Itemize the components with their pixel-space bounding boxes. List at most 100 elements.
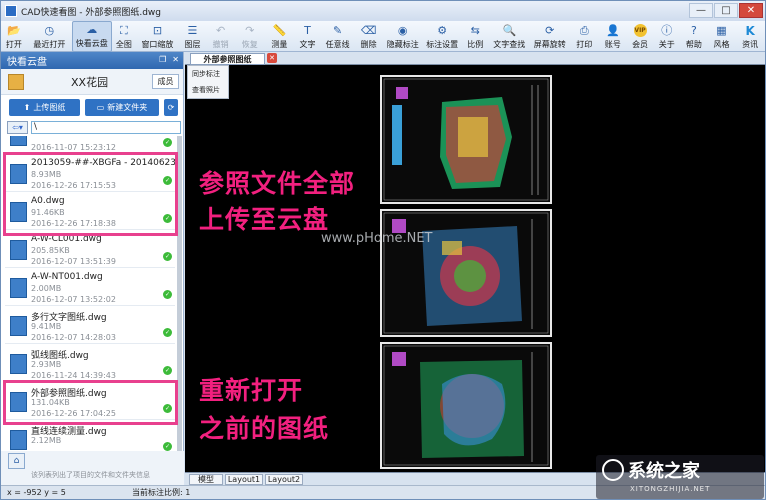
toolbar-text-search-button[interactable]: 🔍 文字查找 [489,21,530,52]
tab-layout1[interactable]: Layout1 [225,474,263,485]
toolbar-scale-button[interactable]: ⇆ 比例 [462,21,489,52]
toolbar-annotation-settings-button[interactable]: ⚙ 标注设置 [422,21,461,52]
tab-document[interactable]: 外部参照图纸 [190,53,265,65]
toolbar-label: 关于 [658,40,675,49]
new-folder-button[interactable]: ▭ 新建文件夹 [85,98,159,116]
toolbar-label: 帮助 [685,40,702,49]
panel-float-icon[interactable]: ❐ [159,55,166,64]
toolbar-cloud-button[interactable]: ☁ 快看云盘 [72,21,112,52]
toolbar-label: 打印 [576,40,593,49]
toolbar-eraser-button[interactable]: ⌫ 删除 [354,21,383,52]
dwg-file-icon [10,136,27,146]
toolbar-style-button[interactable]: ▦ 风格 [708,21,736,52]
file-size: 9.41MB [31,322,62,331]
toolbar-label: 快看云盘 [75,39,108,48]
toolbar-help-button[interactable]: ? 帮助 [680,21,708,52]
document-tabs: 外部参照图纸 ✕ [185,52,765,65]
dwg-file-icon [10,316,27,336]
toolbar-undo-button: ↶ 撤销 [206,21,235,52]
text-icon: T [304,24,311,37]
context-popup: 同步标注 查看照片 [187,65,229,99]
tab-layout2[interactable]: Layout2 [265,474,303,485]
cloud-panel: 快看云盘 ❐ ✕ XX花园 成员 ⬆ 上传图纸 ▭ 新建文件夹 ⟳ ⇦▾ \ 201… [1,52,184,485]
toolbar-vip-button[interactable]: VIP 会员 [627,21,654,52]
file-item[interactable]: 弧线图纸.dwg 2.93MB 2016-11-24 14:39:43 ✓ [5,344,175,382]
brand-logo-icon [602,459,624,481]
toolbar-print-button[interactable]: ⎙ 打印 [569,21,599,52]
file-item[interactable]: A-W-NT001.dwg 2.00MB 2016-12-07 13:52:02 ✓ [5,268,175,306]
measure-icon: 📏 [272,24,287,37]
refresh-button[interactable]: ⟳ [164,98,178,116]
toolbar-rotate-screen-button[interactable]: ⟳ 屏幕旋转 [530,21,569,52]
toolbar-news-button[interactable]: K 资讯 [735,21,765,52]
hide-annotation-icon: ◉ [397,24,408,37]
drawing-sheet-2 [380,209,552,337]
print-icon: ⎙ [579,24,589,37]
app-logo-icon [5,5,17,17]
toolbar-measure-button[interactable]: 📏 测量 [265,21,295,52]
toolbar-open-folder-button[interactable]: 📂 打开 [1,21,27,52]
tab-model[interactable]: 模型 [189,474,223,485]
style-icon: ▦ [716,24,727,37]
brand-name: 系统之家 [628,461,700,482]
window-title: CAD快速看图 - 外部参照图纸.dwg [21,7,161,18]
scale-icon: ⇆ [470,24,480,37]
toolbar-account-button[interactable]: 👤 账号 [599,21,627,52]
toolbar-text-button[interactable]: T 文字 [294,21,321,52]
annotation-text-2a: 重新打开 [199,376,304,405]
toolbar-fit-all-button[interactable]: ⛶ 全图 [112,21,137,52]
panel-controls: ❐ ✕ [153,55,179,64]
annotation-text-1b: 上传至云盘 [199,205,330,234]
toolbar-label: 文字查找 [493,40,526,49]
home-button[interactable]: ⌂ [8,453,25,469]
toolbar-recent-button[interactable]: ◷ 最近打开 [27,21,72,52]
cursor-coordinates: x = -952 y = 5 [7,488,66,497]
tab-close-icon[interactable]: ✕ [267,53,277,63]
members-button[interactable]: 成员 [152,74,179,89]
toolbar-label: 打开 [5,40,22,49]
toolbar-freeline-button[interactable]: ✎ 任意线 [321,21,355,52]
avatar [8,73,24,90]
dwg-file-icon [10,240,27,260]
toolbar-label: 隐藏标注 [386,40,419,49]
path-back-button[interactable]: ⇦▾ [7,121,28,134]
window-controls: — □ ✕ [688,3,763,18]
close-button[interactable]: ✕ [739,3,763,18]
toolbar-label: 恢复 [241,40,258,49]
upload-label: 上传图纸 [33,102,66,112]
popup-item-sync-annotation[interactable]: 同步标注 [188,66,228,82]
toolbar-layers-button[interactable]: ☰ 图层 [179,21,207,52]
file-size: 2.93MB [31,360,62,369]
upload-icon: ⬆ [23,102,31,112]
popup-item-view-photos[interactable]: 查看照片 [188,82,228,98]
toolbar-window-zoom-button[interactable]: ⊡ 窗口缩放 [136,21,178,52]
path-input[interactable]: \ [31,121,181,134]
text-search-icon: 🔍 [502,24,517,37]
cloud-icon: ☁ [86,23,98,36]
vip-icon: VIP [633,24,647,37]
toolbar-label: 测量 [271,40,288,49]
file-item[interactable]: 多行文字图纸.dwg 9.41MB 2016-12-07 14:28:03 ✓ [5,306,175,344]
refresh-icon: ⟳ [167,102,175,112]
window-zoom-icon: ⊡ [152,24,163,37]
toolbar-label: 撤销 [212,40,229,49]
toolbar-label: 资讯 [742,40,759,49]
app-window: CAD快速看图 - 外部参照图纸.dwg — □ ✕ 📂 打开 ◷ 最近打开 ☁ 快看云盘… [0,0,766,500]
synced-check-icon: ✓ [163,328,172,337]
toolbar-about-button[interactable]: ⓘ 关于 [653,21,680,52]
panel-close-icon[interactable]: ✕ [172,55,179,64]
user-bar: XX花园 成员 [1,69,183,95]
minimize-button[interactable]: — [689,3,713,18]
file-date: 2016-11-24 14:39:43 [31,371,116,380]
toolbar-label: 屏幕旋转 [533,40,566,49]
upload-button[interactable]: ⬆ 上传图纸 [9,98,80,116]
toolbar-label: 账号 [604,40,621,49]
file-date: 2016-12-07 13:52:02 [31,295,116,304]
file-date: 2016-12-07 13:51:39 [31,257,116,266]
toolbar-label: 删除 [360,40,377,49]
highlight-box-uploaded [3,152,178,236]
open-folder-icon: 📂 [6,24,21,37]
drawing-canvas[interactable]: 外部参照图纸 ✕ 同步标注 查看照片 参照文件全部 上传至云盘 重新打开 之前的… [185,52,765,485]
maximize-button[interactable]: □ [714,3,738,18]
toolbar-hide-annotation-button[interactable]: ◉ 隐藏标注 [383,21,422,52]
